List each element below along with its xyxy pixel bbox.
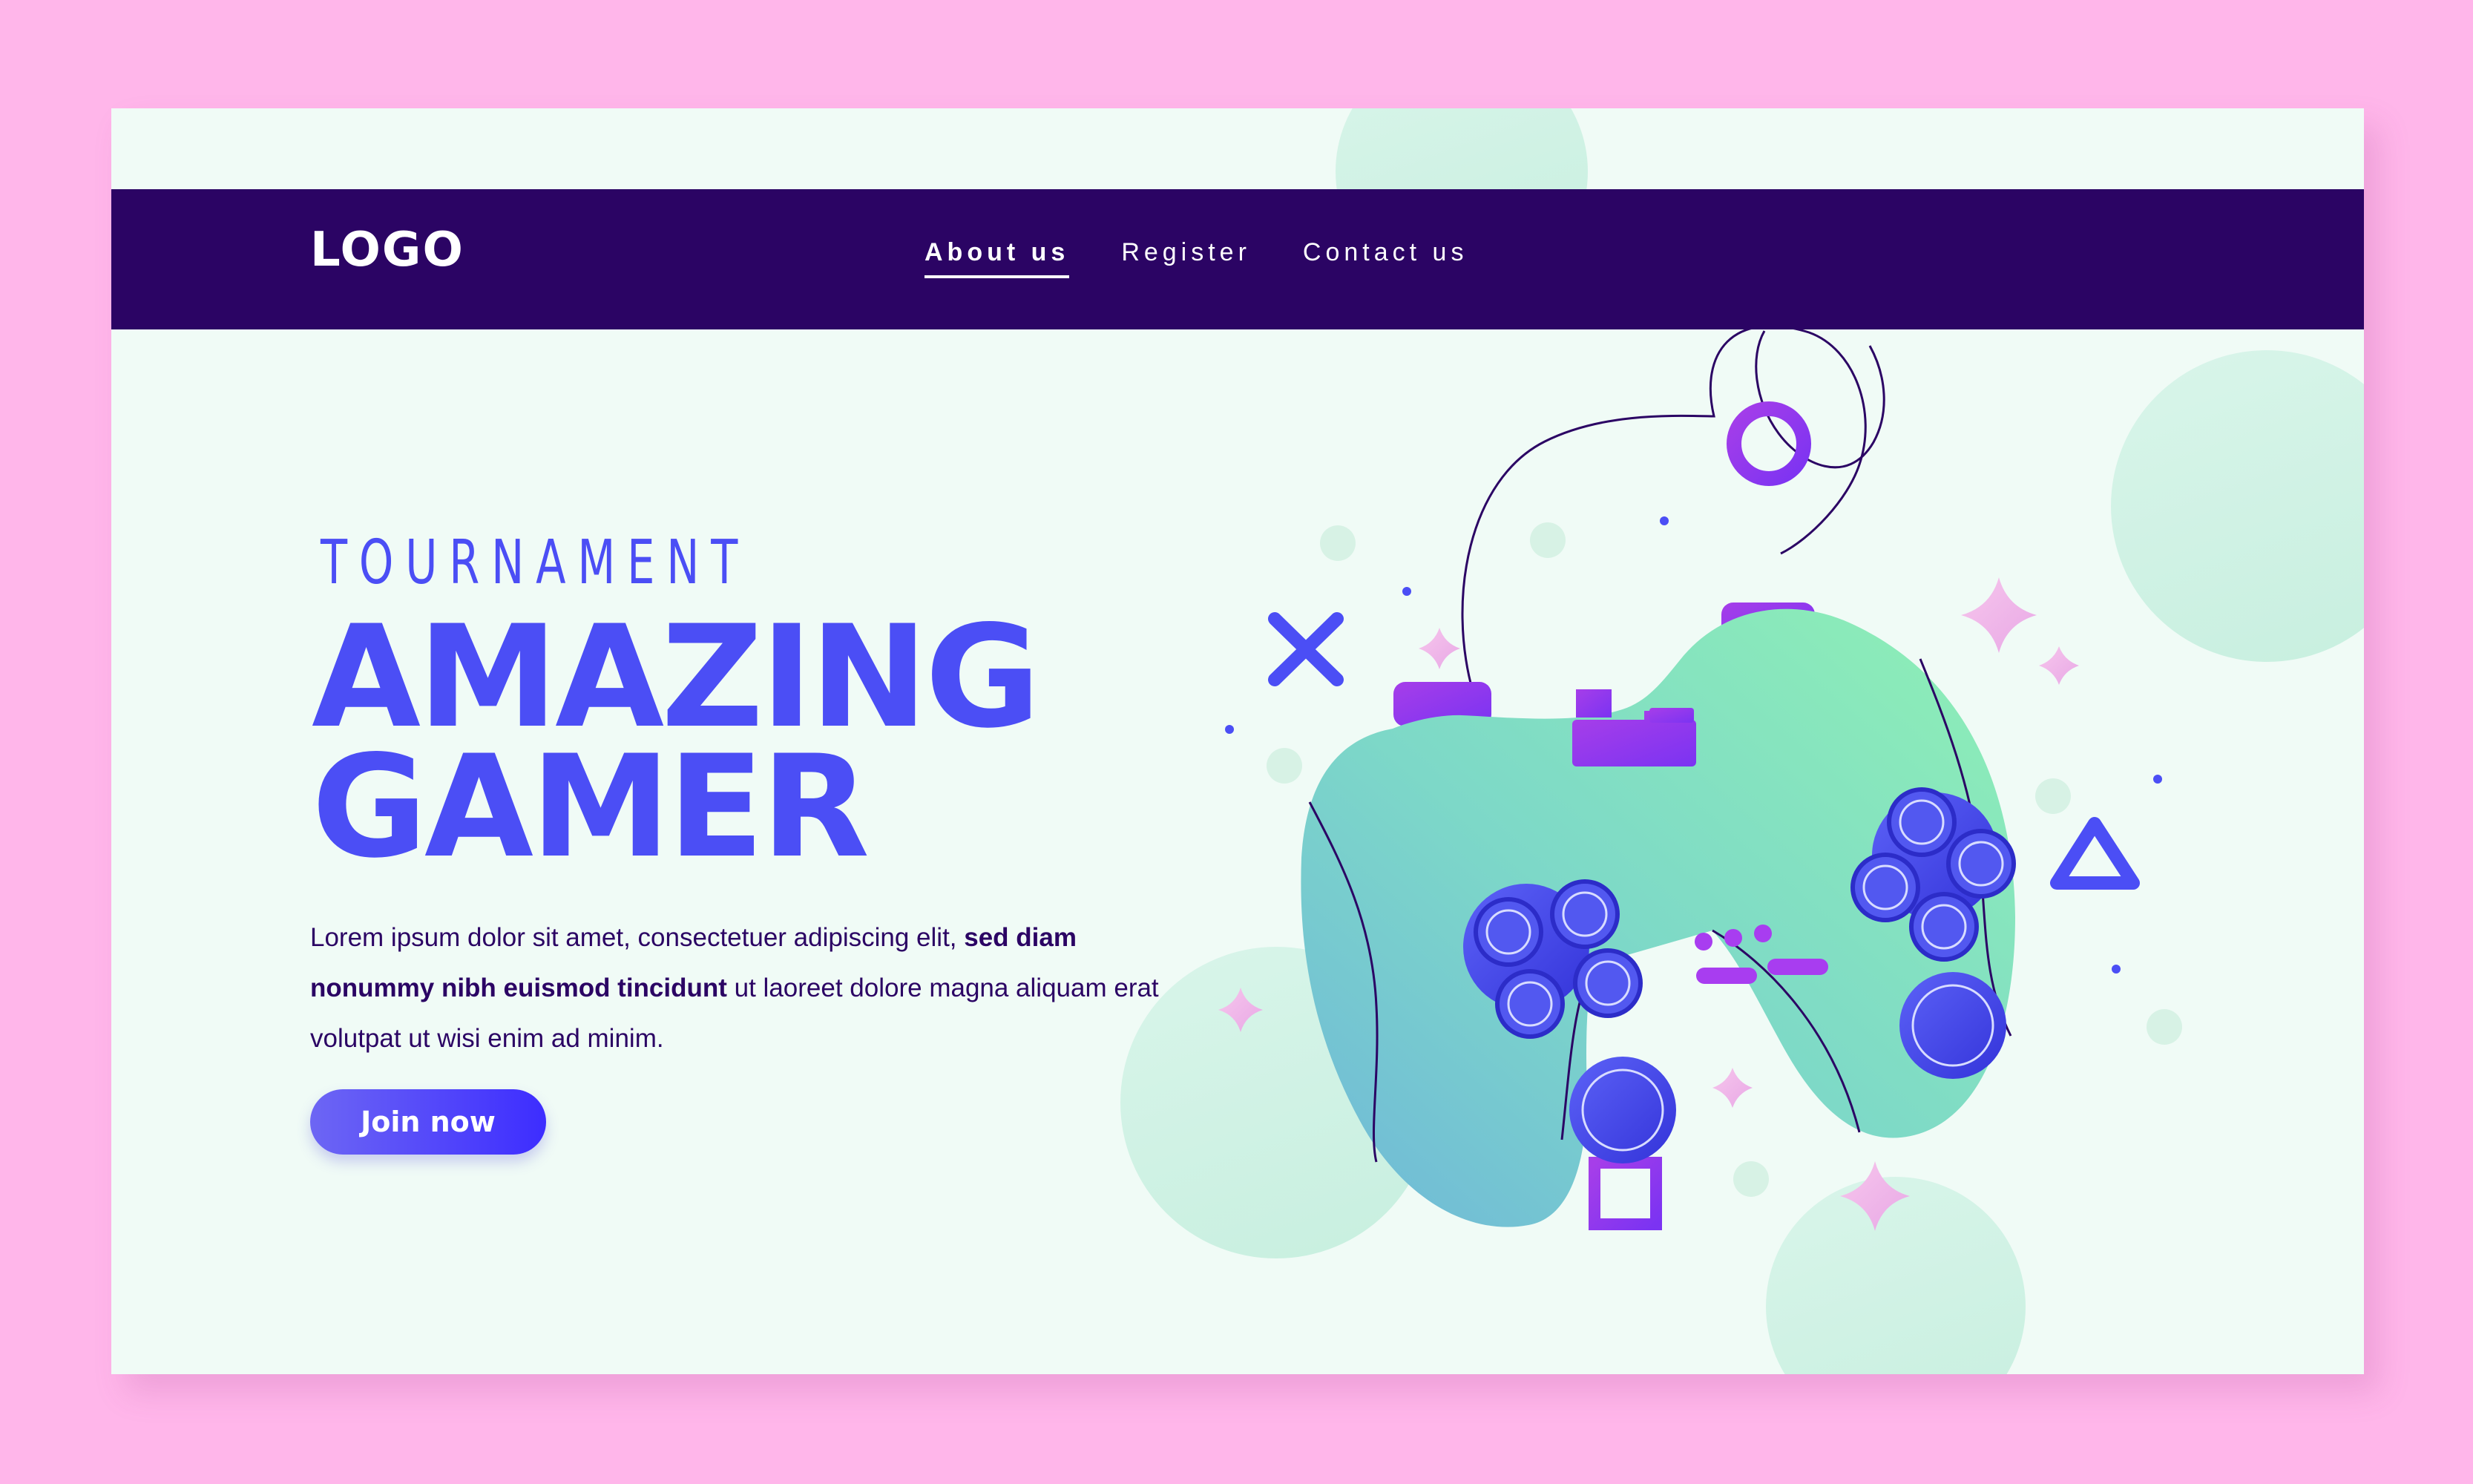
background-circle	[1733, 1161, 1769, 1197]
landing-page-card: LOGO About us Register Contact us TOURNA…	[111, 108, 2364, 1374]
background-circle	[2035, 778, 2071, 814]
nav-contact-us[interactable]: Contact us	[1303, 240, 1468, 278]
menu-dot	[1724, 929, 1742, 947]
triangle-shape-icon	[2050, 817, 2140, 890]
sparkle-icon	[1419, 628, 1460, 669]
start-button	[1767, 959, 1828, 975]
background-circle	[2147, 1009, 2182, 1045]
background-circle	[1267, 748, 1302, 784]
controller-cable-loop	[1755, 330, 1885, 469]
nav-links: About us Register Contact us	[924, 240, 1468, 278]
background-circle	[1766, 1177, 2026, 1374]
left-button-cluster	[1463, 879, 1643, 1039]
decor-dot	[1225, 725, 1234, 734]
menu-dot	[1754, 925, 1772, 942]
nav-register[interactable]: Register	[1121, 240, 1251, 278]
cable-port-tip	[1649, 708, 1694, 723]
controller-contour	[1560, 964, 1595, 1140]
hero-title-line-2: GAMER	[312, 724, 870, 889]
hero-description: Lorem ipsum dolor sit amet, consectetuer…	[310, 913, 1186, 1064]
hero-description-part-1: Lorem ipsum dolor sit amet, consectetuer…	[310, 923, 965, 952]
cable-connector	[1644, 711, 1689, 739]
left-thumbstick	[1569, 1057, 1676, 1163]
decor-dot	[2153, 775, 2162, 784]
controller-contour	[1712, 929, 1861, 1133]
background-circle	[1320, 525, 1356, 561]
nav-about-us[interactable]: About us	[924, 240, 1070, 278]
logo[interactable]: LOGO	[310, 226, 464, 274]
hero-title-line-1: AMAZING	[312, 595, 1041, 759]
cable-port	[1572, 720, 1696, 766]
background-circle	[2111, 350, 2364, 662]
decor-dot	[1660, 516, 1669, 525]
right-thumbstick-ring	[1911, 984, 1994, 1067]
decor-dot	[1402, 587, 1411, 596]
square-shape-icon	[1589, 1157, 1662, 1230]
cross-shape-icon	[1268, 612, 1344, 686]
controller-cable	[1461, 324, 1867, 692]
right-button-cluster	[1850, 787, 2016, 962]
decor-dot	[2112, 965, 2121, 974]
sparkle-icon	[2039, 646, 2079, 685]
cable-connector	[1576, 689, 1612, 718]
right-shoulder-button	[1721, 603, 1815, 647]
hero-title: AMAZING GAMER	[312, 595, 1041, 889]
left-thumbstick-ring	[1581, 1068, 1664, 1152]
menu-dot	[1695, 933, 1712, 951]
background-circle	[1530, 522, 1566, 558]
top-navbar: LOGO About us Register Contact us	[111, 189, 2364, 329]
sparkle-icon	[1712, 1068, 1753, 1108]
decor-dot	[1648, 1107, 1657, 1116]
join-now-button[interactable]: Join now	[310, 1089, 546, 1155]
circle-shape-icon	[1727, 401, 1811, 486]
left-shoulder-button	[1393, 682, 1491, 726]
select-button	[1696, 968, 1757, 984]
controller-contour	[1919, 658, 2012, 1037]
hero-kicker: TOURNAMENT	[321, 528, 750, 598]
right-thumbstick	[1899, 972, 2006, 1079]
sparkle-icon	[1961, 577, 2037, 653]
